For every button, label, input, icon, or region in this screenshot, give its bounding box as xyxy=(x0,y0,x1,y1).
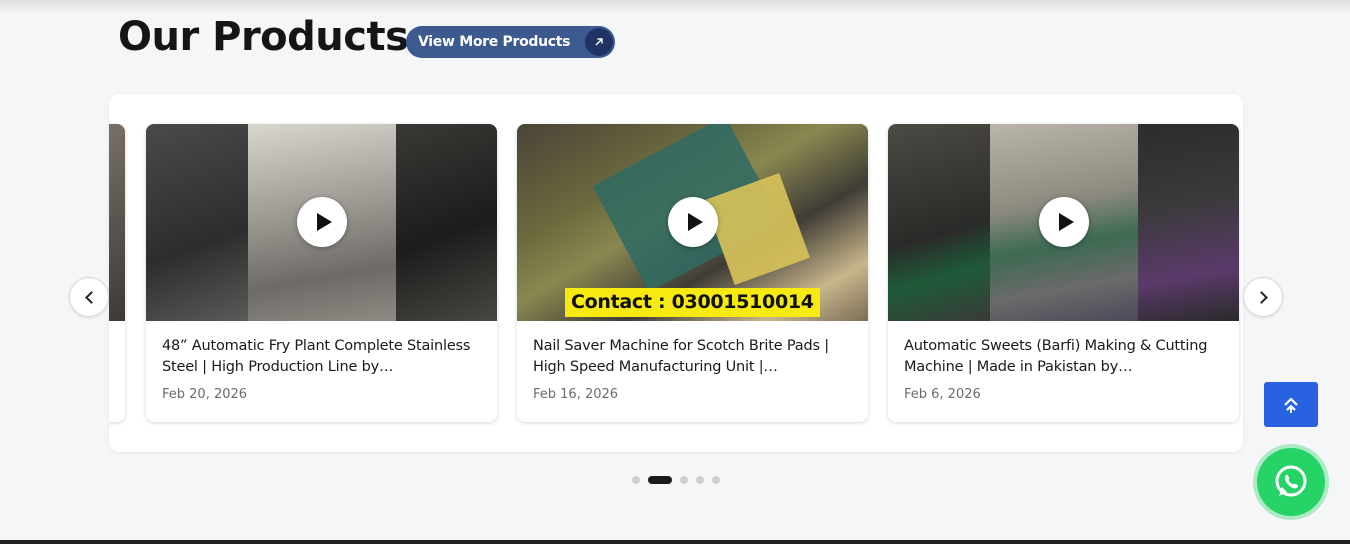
arrow-up-right-icon xyxy=(585,28,613,56)
carousel-prev-button[interactable] xyxy=(69,277,109,317)
chevron-right-icon xyxy=(1254,290,1268,304)
product-title[interactable]: 48” Automatic Fry Plant Complete Stainle… xyxy=(162,336,484,378)
product-date: Feb 6, 2026 xyxy=(904,387,981,402)
product-card[interactable]: Contact : 03001510014 Nail Saver Machine… xyxy=(517,124,868,422)
carousel-pagination xyxy=(632,476,720,484)
header-shadow xyxy=(0,0,1350,14)
view-more-products-button[interactable]: View More Products xyxy=(406,26,615,58)
carousel-next-button[interactable] xyxy=(1243,277,1283,317)
product-card[interactable]: Automatic Sweets (Barfi) Making & Cuttin… xyxy=(888,124,1239,422)
footer-edge xyxy=(0,540,1350,544)
product-title[interactable]: Automatic Sweets (Barfi) Making & Cuttin… xyxy=(904,336,1226,378)
play-icon[interactable] xyxy=(668,197,718,247)
product-date: Feb 20, 2026 xyxy=(162,387,248,402)
play-icon[interactable] xyxy=(1039,197,1089,247)
product-card-partial[interactable] xyxy=(109,124,125,422)
whatsapp-button[interactable] xyxy=(1257,448,1325,516)
product-title[interactable]: Nail Saver Machine for Scotch Brite Pads… xyxy=(533,336,855,378)
product-date: Feb 16, 2026 xyxy=(533,387,619,402)
contact-banner: Contact : 03001510014 xyxy=(565,288,820,317)
product-thumbnail[interactable] xyxy=(888,124,1239,321)
carousel-dot[interactable] xyxy=(680,476,688,484)
scroll-to-top-button[interactable] xyxy=(1264,382,1318,427)
products-carousel: 48” Automatic Fry Plant Complete Stainle… xyxy=(109,94,1243,452)
chevron-left-icon xyxy=(84,290,98,304)
play-icon[interactable] xyxy=(297,197,347,247)
carousel-dot[interactable] xyxy=(632,476,640,484)
whatsapp-icon xyxy=(1275,465,1307,497)
product-card[interactable]: 48” Automatic Fry Plant Complete Stainle… xyxy=(146,124,497,422)
carousel-dot[interactable] xyxy=(648,476,672,484)
double-chevron-up-icon xyxy=(1284,397,1298,413)
product-thumbnail[interactable] xyxy=(146,124,497,321)
product-thumbnail xyxy=(109,124,125,321)
view-more-label: View More Products xyxy=(418,34,571,50)
carousel-dot[interactable] xyxy=(696,476,704,484)
section-title: Our Products xyxy=(118,14,409,60)
carousel-dot[interactable] xyxy=(712,476,720,484)
product-thumbnail[interactable]: Contact : 03001510014 xyxy=(517,124,868,321)
